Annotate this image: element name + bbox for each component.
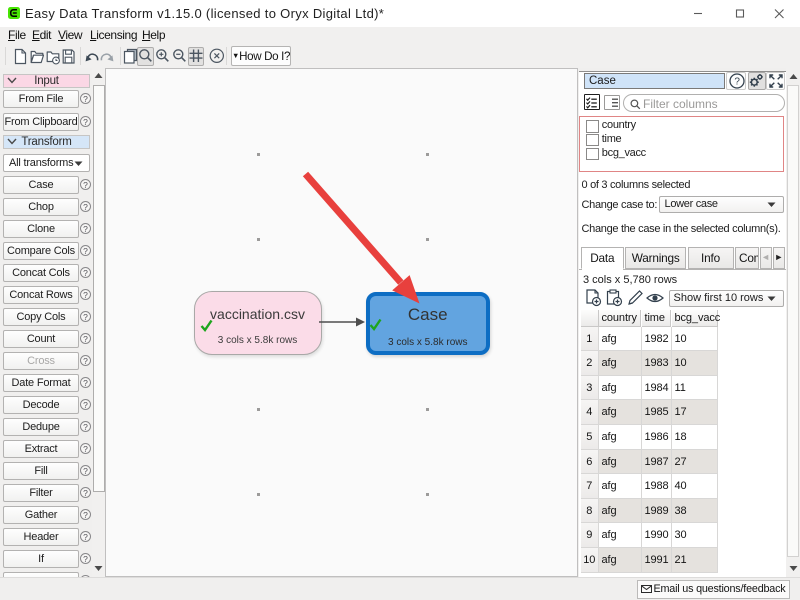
svg-text:?: ?: [734, 77, 740, 88]
